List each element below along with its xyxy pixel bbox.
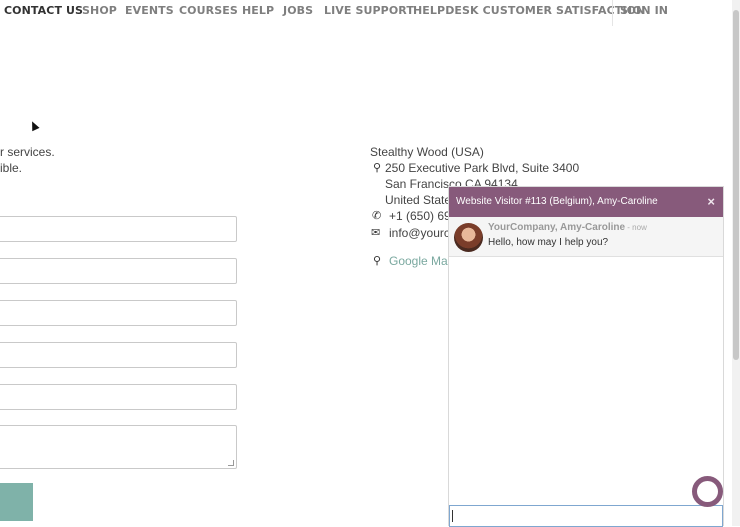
contact-phone-input[interactable]	[0, 258, 237, 284]
message-author: YourCompany, Amy-Caroline - now	[488, 222, 647, 233]
intro-text-line-2: ible.	[0, 161, 23, 175]
close-icon[interactable]: ×	[707, 194, 715, 209]
livechat-title: Website Visitor #113 (Belgium), Amy-Caro…	[456, 196, 658, 207]
message-text: Hello, how may I help you?	[488, 237, 609, 248]
address-country: United State	[385, 193, 452, 207]
nav-divider	[612, 0, 613, 26]
company-name: Stealthy Wood (USA)	[370, 145, 484, 159]
avatar	[454, 223, 483, 252]
envelope-icon: ✉	[371, 227, 381, 239]
nav-live-support[interactable]: LIVE SUPPORT	[324, 4, 414, 17]
top-navigation: CONTACT US SHOP EVENTS COURSES HELP JOBS…	[0, 0, 732, 26]
contact-subject-input[interactable]	[0, 384, 237, 410]
text-caret	[452, 510, 453, 522]
mouse-cursor-icon	[28, 119, 40, 132]
chat-message-input[interactable]	[449, 505, 723, 527]
nav-help[interactable]: HELP	[242, 4, 274, 17]
nav-helpdesk-satisfaction[interactable]: HELPDESK CUSTOMER SATISFACTION	[413, 4, 645, 17]
contact-question-textarea[interactable]	[0, 425, 237, 469]
submit-button[interactable]	[0, 483, 33, 521]
nav-contact-us[interactable]: CONTACT US	[4, 4, 83, 17]
intro-text-line-1: r services.	[0, 145, 55, 159]
resize-grip-icon[interactable]	[228, 460, 234, 466]
message-time: - now	[625, 223, 647, 232]
nav-sign-in[interactable]: SIGN IN	[620, 4, 668, 17]
google-maps-link[interactable]: Google Map	[389, 254, 454, 268]
livechat-window: Website Visitor #113 (Belgium), Amy-Caro…	[448, 186, 724, 527]
contact-name-input[interactable]	[0, 216, 237, 242]
map-marker-icon: ⚲	[373, 255, 382, 267]
chat-message: YourCompany, Amy-Caroline - now Hello, h…	[449, 217, 723, 257]
nav-shop[interactable]: SHOP	[82, 4, 117, 17]
nav-jobs[interactable]: JOBS	[283, 4, 313, 17]
address-street: 250 Executive Park Blvd, Suite 3400	[385, 161, 580, 175]
chat-bubble-icon	[697, 481, 718, 502]
phone-icon: ✆	[372, 210, 382, 222]
livechat-toggle-button[interactable]	[692, 476, 723, 507]
contact-company-input[interactable]	[0, 342, 237, 368]
livechat-header[interactable]: Website Visitor #113 (Belgium), Amy-Caro…	[449, 187, 723, 217]
nav-courses[interactable]: COURSES	[179, 4, 238, 17]
page-scrollbar[interactable]	[732, 0, 740, 526]
scrollbar-thumb[interactable]	[733, 10, 739, 360]
message-author-name: YourCompany, Amy-Caroline	[488, 222, 626, 233]
nav-events[interactable]: EVENTS	[125, 4, 174, 17]
email-address: info@yourc	[389, 226, 450, 240]
phone-number: +1 (650) 69	[389, 209, 451, 223]
contact-email-input[interactable]	[0, 300, 237, 326]
map-marker-icon: ⚲	[373, 162, 382, 174]
